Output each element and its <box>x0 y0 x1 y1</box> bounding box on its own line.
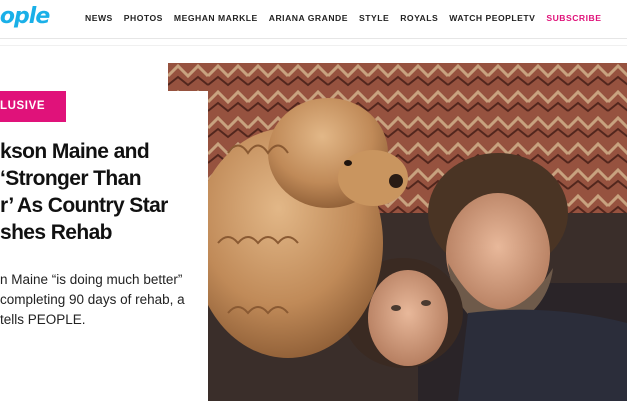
divider <box>0 45 627 46</box>
nav-ariana-grande[interactable]: ARIANA GRANDE <box>269 13 348 23</box>
article-dek: n Maine “is doing much better” completin… <box>0 270 200 330</box>
hero-photo-illustration <box>168 63 627 401</box>
dek-line: tells PEOPLE. <box>0 312 86 327</box>
dek-line: completing 90 days of rehab, a <box>0 292 185 307</box>
dek-line: n Maine “is doing much better” <box>0 272 183 287</box>
hero-photo[interactable] <box>168 63 627 401</box>
exclusive-badge: LUSIVE <box>0 91 66 122</box>
exclusive-badge-label: LUSIVE <box>0 100 46 112</box>
headline-line[interactable]: ‘Stronger Than <box>0 165 190 192</box>
nav-style[interactable]: STYLE <box>359 13 389 23</box>
headline-line[interactable]: shes Rehab <box>0 219 190 246</box>
top-navigation-bar: eople NEWS PHOTOS MEGHAN MARKLE ARIANA G… <box>0 0 627 39</box>
nav-photos[interactable]: PHOTOS <box>124 13 163 23</box>
people-logo[interactable]: eople <box>0 4 50 29</box>
nav-watch-peopletv[interactable]: WATCH PEOPLETV <box>449 13 535 23</box>
article-headline[interactable]: kson Maine and ‘Stronger Than r’ As Coun… <box>0 138 190 246</box>
nav-meghan-markle[interactable]: MEGHAN MARKLE <box>174 13 258 23</box>
headline-line[interactable]: kson Maine and <box>0 138 190 165</box>
nav-news[interactable]: NEWS <box>85 13 113 23</box>
main-nav: NEWS PHOTOS MEGHAN MARKLE ARIANA GRANDE … <box>85 13 612 23</box>
headline-line[interactable]: r’ As Country Star <box>0 192 190 219</box>
nav-royals[interactable]: ROYALS <box>400 13 438 23</box>
nav-subscribe[interactable]: SUBSCRIBE <box>546 13 601 23</box>
